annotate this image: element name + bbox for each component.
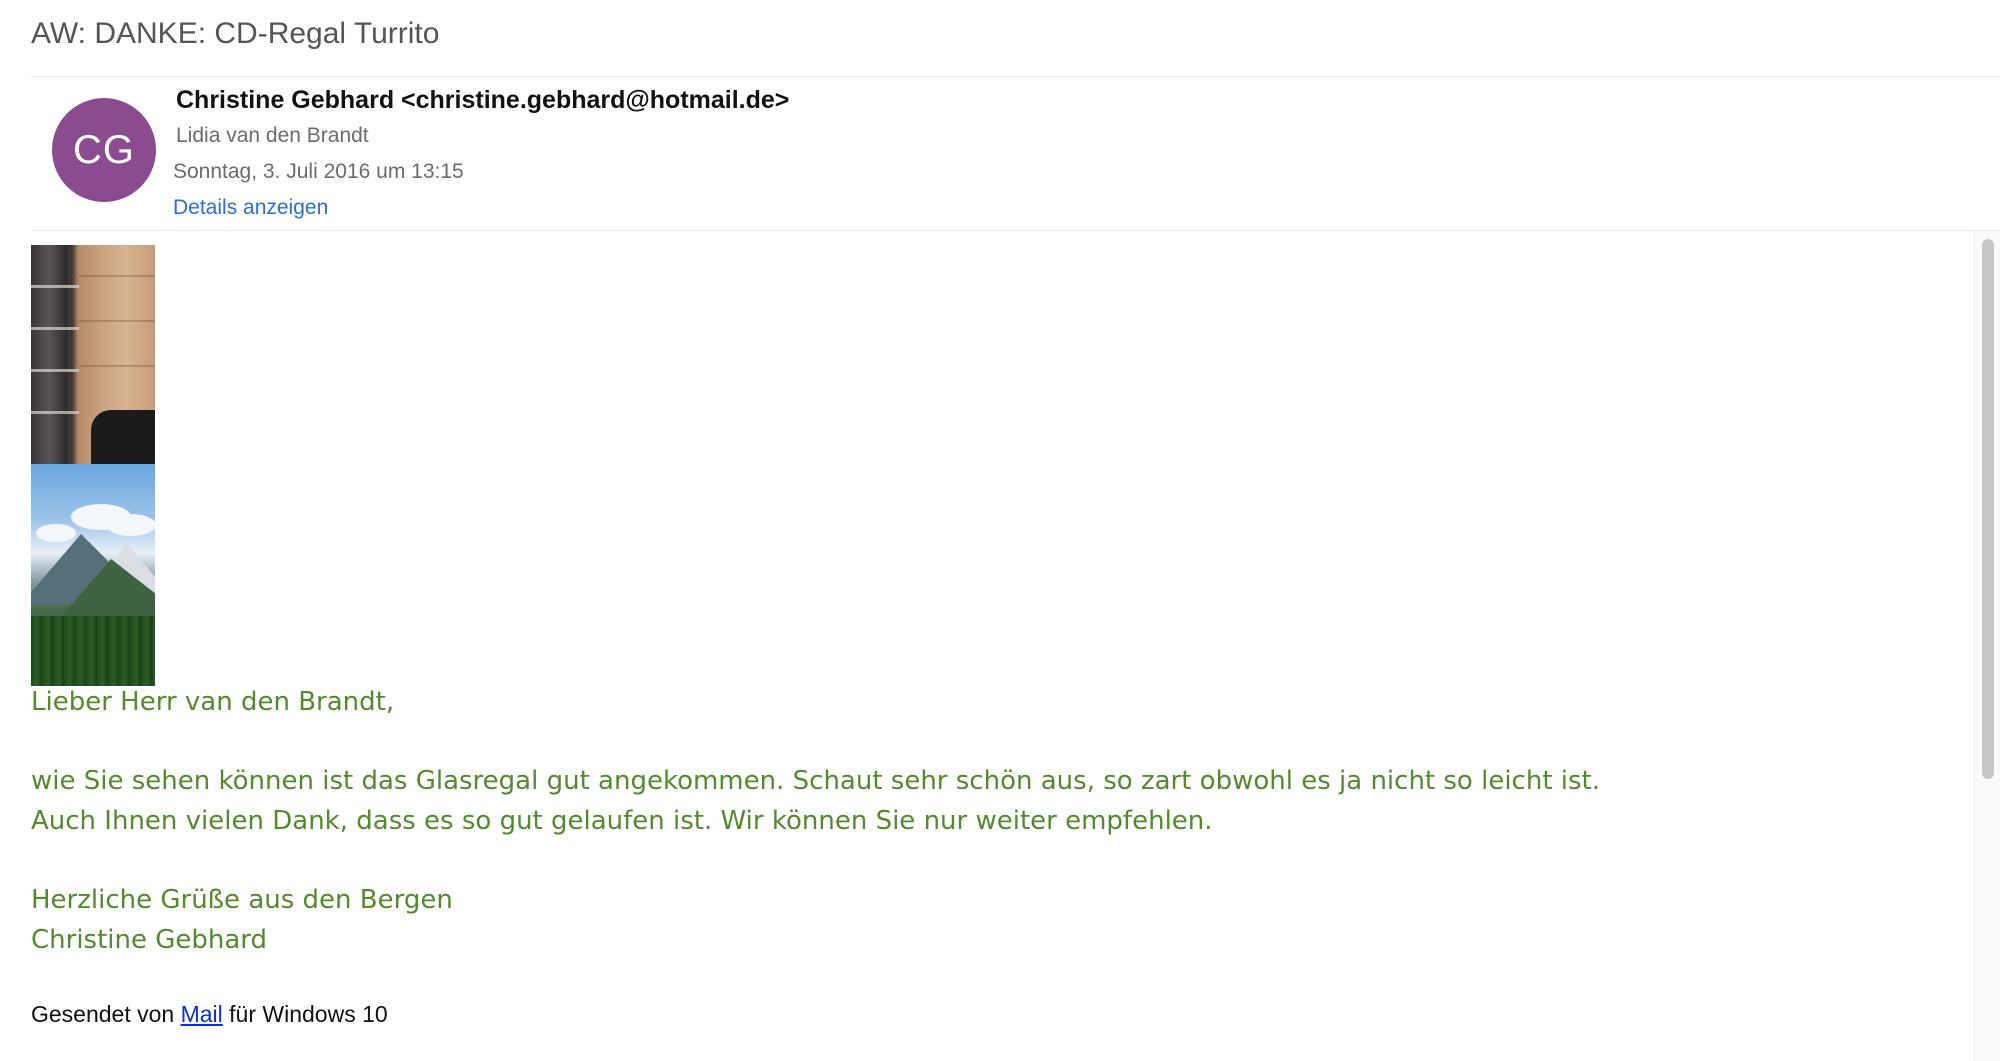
show-details-link[interactable]: Details anzeigen bbox=[173, 196, 328, 220]
closing-text: Herzliche Grüße aus den Bergen bbox=[31, 885, 453, 915]
sent-date: Sonntag, 3. Juli 2016 um 13:15 bbox=[173, 160, 464, 183]
signature-name: Christine Gebhard bbox=[31, 925, 268, 955]
email-body: Lieber Herr van den Brandt, wie Sie sehe… bbox=[0, 231, 2000, 1061]
body-paragraph-line: wie Sie sehen können ist das Glasregal g… bbox=[31, 766, 1601, 796]
body-scrollbar[interactable] bbox=[1974, 231, 2000, 1061]
mail-app-link[interactable]: Mail bbox=[181, 1001, 223, 1027]
email-subject: AW: DANKE: CD-Regal Turrito bbox=[31, 17, 440, 50]
recipient-name[interactable]: Lidia van den Brandt bbox=[176, 124, 369, 148]
attached-photo-shelf[interactable] bbox=[31, 245, 155, 464]
attached-photo-mountains[interactable] bbox=[31, 464, 155, 686]
sender-avatar: CG bbox=[52, 98, 156, 202]
body-paragraph-line: Auch Ihnen vielen Dank, dass es so gut g… bbox=[31, 806, 1213, 836]
scrollbar-thumb[interactable] bbox=[1982, 239, 1994, 779]
subject-bar: AW: DANKE: CD-Regal Turrito bbox=[31, 0, 2000, 77]
footer-prefix: Gesendet von bbox=[31, 1001, 181, 1027]
sender-name[interactable]: Christine Gebhard <christine.gebhard@hot… bbox=[176, 86, 789, 115]
footer-suffix: für Windows 10 bbox=[222, 1001, 388, 1027]
email-viewer: AW: DANKE: CD-Regal Turrito CG Christine… bbox=[0, 0, 2000, 1061]
greeting-text: Lieber Herr van den Brandt, bbox=[31, 687, 395, 717]
sent-from-footer: Gesendet von Mail für Windows 10 bbox=[31, 1001, 388, 1028]
email-header: CG Christine Gebhard <christine.gebhard@… bbox=[31, 77, 2000, 231]
